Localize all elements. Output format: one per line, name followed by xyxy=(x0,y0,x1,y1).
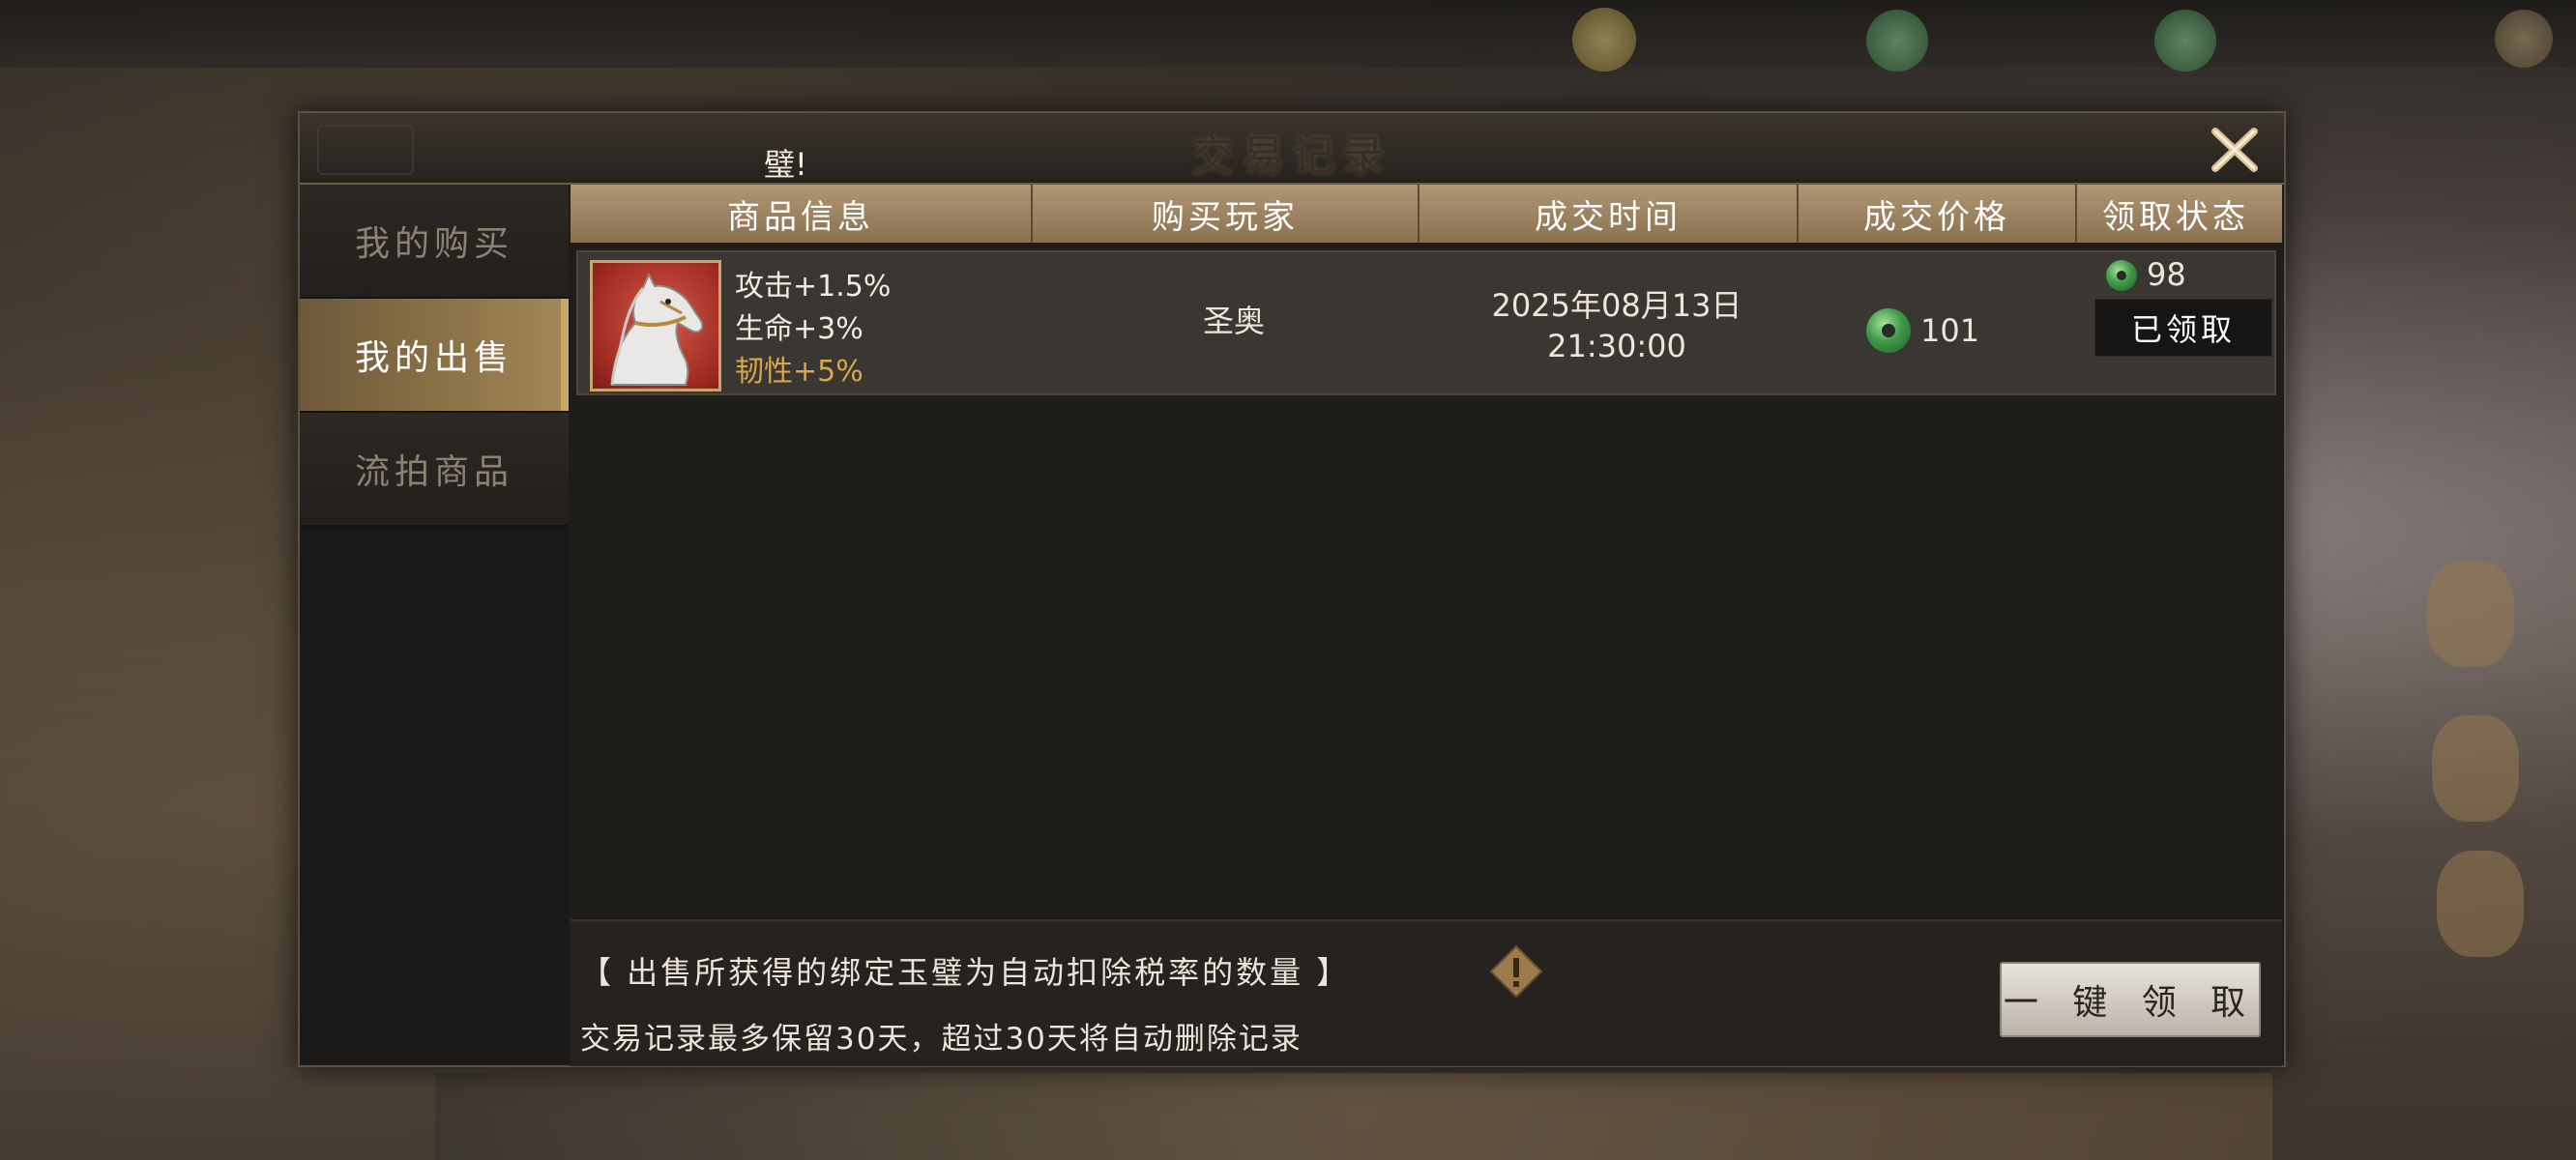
marquee-text: 璧! xyxy=(764,146,807,183)
jade-coin-icon xyxy=(1866,308,1911,353)
dialog-title-bar: 交易记录 璧! xyxy=(300,113,2284,185)
background-coin-icon xyxy=(1572,8,1636,72)
tab-label: 我的出售 xyxy=(354,338,513,378)
background-coin-icon xyxy=(2495,10,2553,68)
column-header-item-info: 商品信息 xyxy=(571,185,1033,243)
retention-note: 交易记录最多保留30天，超过30天将自动删除记录 xyxy=(580,1022,1303,1057)
horse-illustration xyxy=(610,272,704,386)
item-attribute: 攻击+1.5% xyxy=(735,270,892,304)
tab-label: 流拍商品 xyxy=(354,452,513,492)
item-attribute-special: 韧性+5% xyxy=(735,355,864,389)
jade-coin-icon xyxy=(2106,260,2137,291)
sidebar: 我的购买 我的出售 流拍商品 xyxy=(300,185,569,1063)
claimed-status-badge: 已领取 xyxy=(2094,299,2272,357)
buyer-name: 圣奥 xyxy=(1202,303,1265,339)
deal-date: 2025年08月13日 xyxy=(1491,287,1742,324)
table-row[interactable]: 攻击+1.5% 生命+3% 韧性+5% 圣奥 2025年08月13日 21:30… xyxy=(576,250,2276,395)
tab-my-sales[interactable]: 我的出售 xyxy=(300,299,569,413)
background-character xyxy=(2432,715,2519,822)
item-attribute: 生命+3% xyxy=(735,312,864,346)
tab-failed-auctions[interactable]: 流拍商品 xyxy=(300,413,569,527)
tab-my-purchases[interactable]: 我的购买 xyxy=(300,185,569,299)
close-button[interactable] xyxy=(2201,121,2269,179)
white-horse-icon[interactable] xyxy=(590,260,721,392)
close-icon xyxy=(2211,128,2258,172)
dialog-title: 交易记录 xyxy=(1191,131,1392,181)
tax-note: 【 出售所获得的绑定玉璧为自动扣除税率的数量 】 xyxy=(580,954,1351,991)
column-header-deal-price: 成交价格 xyxy=(1799,185,2077,243)
deal-price: 101 xyxy=(1920,312,1980,349)
claim-all-button[interactable]: 一 键 领 取 xyxy=(2000,962,2261,1037)
trade-record-dialog: 交易记录 璧! 我的购买 我的出售 流拍商品 商品信息 购买玩家 成交时间 成交… xyxy=(298,111,2286,1067)
tab-label: 我的购买 xyxy=(354,224,513,264)
background-jade-icon xyxy=(2154,10,2216,72)
table-header: 商品信息 购买玩家 成交时间 成交价格 领取状态 xyxy=(571,185,2282,243)
received-amount: 98 xyxy=(2147,256,2186,293)
claim-all-label: 一 键 领 取 xyxy=(2003,983,2258,1023)
dialog-footer: 【 出售所获得的绑定玉璧为自动扣除税率的数量 】 交易记录最多保留30天，超过3… xyxy=(571,919,2282,1066)
sales-table: 商品信息 购买玩家 成交时间 成交价格 领取状态 攻击+1.5% 生命+3% 韧… xyxy=(571,185,2282,917)
background-bottom-bar xyxy=(435,1073,2272,1160)
deal-time: 21:30:00 xyxy=(1547,328,1686,364)
column-header-deal-time: 成交时间 xyxy=(1420,185,1799,243)
column-header-buyer: 购买玩家 xyxy=(1033,185,1420,243)
column-header-claim-status: 领取状态 xyxy=(2102,197,2249,237)
background-jade-icon xyxy=(1866,10,1928,72)
background-character xyxy=(2437,851,2524,957)
background-character xyxy=(2427,561,2514,667)
info-icon[interactable] xyxy=(1489,944,1543,999)
